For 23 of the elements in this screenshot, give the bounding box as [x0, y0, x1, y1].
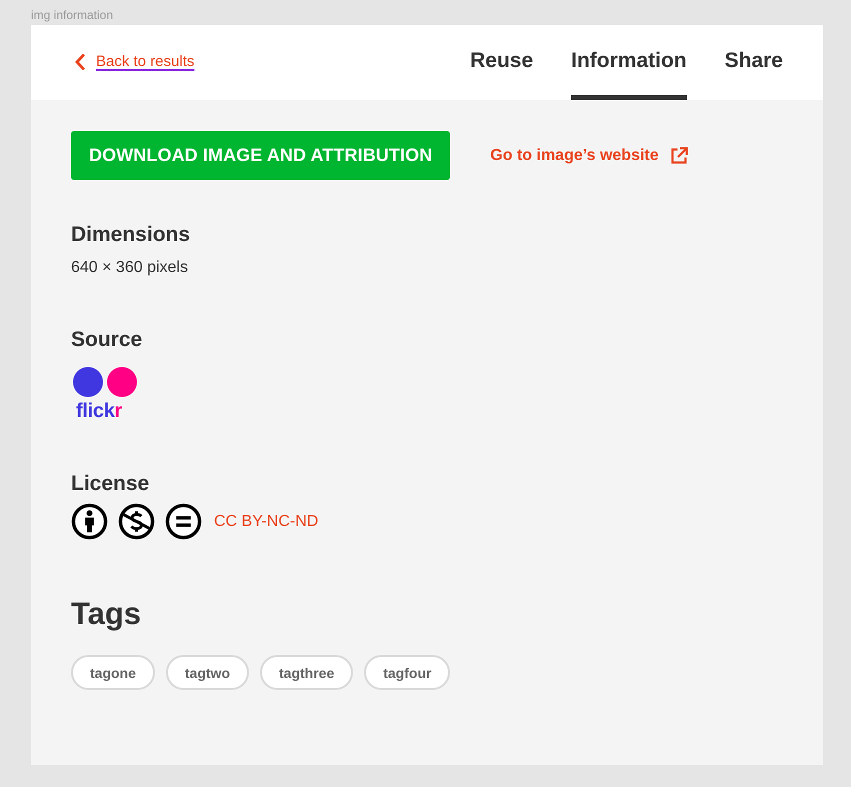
tag-chip[interactable]: tagthree [260, 655, 354, 690]
tag-chip[interactable]: tagfour [364, 655, 450, 690]
crossed-dollar-icon [118, 503, 155, 540]
tab[interactable]: Information [571, 25, 687, 100]
person-circle-icon [71, 503, 108, 540]
tab[interactable]: Reuse [470, 25, 534, 100]
section-heading: Dimensions [71, 222, 190, 248]
dimensions-value: 640 × 360 pixels [71, 258, 188, 278]
two-circles-logo-icon [73, 367, 137, 397]
external-link-icon [670, 146, 688, 164]
back-link[interactable]: Back to results [96, 53, 194, 70]
section-heading: License [71, 471, 150, 497]
equals-circle-icon [165, 503, 202, 540]
tag-chip[interactable]: tagone [71, 655, 155, 690]
tags-heading: Tags [71, 596, 142, 632]
tag-chip[interactable]: tagtwo [166, 655, 249, 690]
chevron-left-icon [75, 54, 85, 70]
website-link[interactable]: Go to image’s website [490, 146, 659, 164]
logo-wordmark: flickr [76, 400, 122, 422]
tab[interactable]: Share [724, 25, 783, 100]
section-heading: Source [71, 327, 142, 353]
license-link[interactable]: CC BY-NC-ND [214, 512, 318, 530]
page-caption: img information [31, 7, 114, 24]
